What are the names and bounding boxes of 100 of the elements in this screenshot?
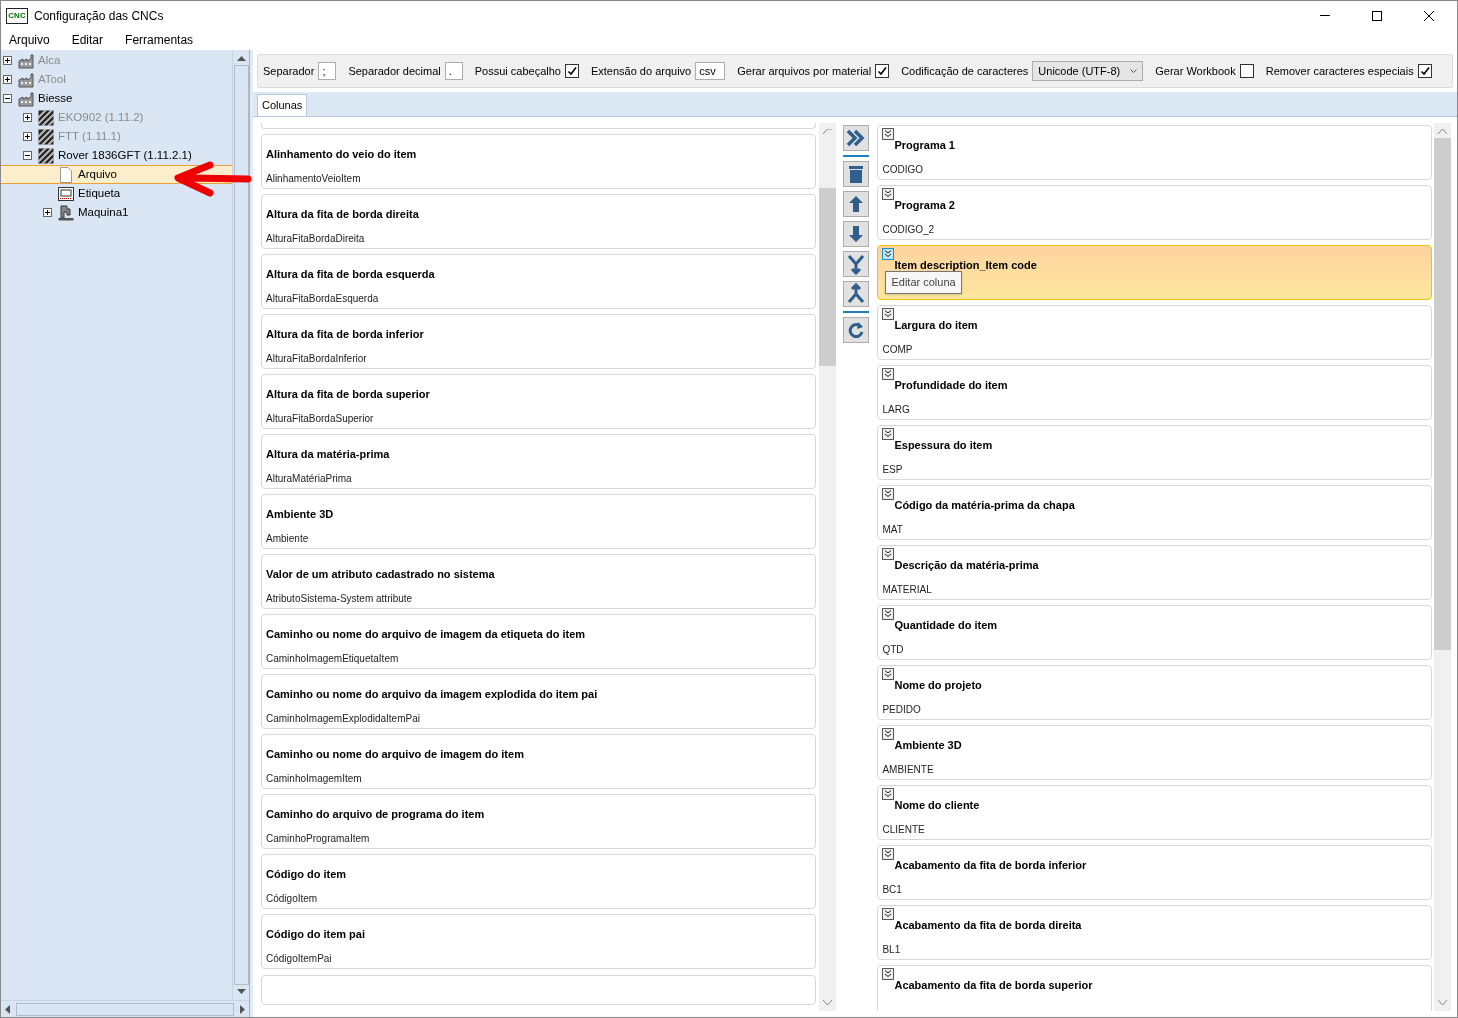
tool-button[interactable] bbox=[843, 161, 870, 187]
option-label: Codificação de caracteres bbox=[901, 63, 1029, 79]
column-title: Profundidade do item bbox=[894, 378, 1008, 393]
column-card[interactable]: Valor de um atributo cadastrado no sistema AtributoSistema-System attribute bbox=[261, 554, 816, 609]
option-label: Gerar arquivos por material bbox=[737, 63, 872, 79]
column-card[interactable]: Acabamento da fita de borda superior bbox=[877, 965, 1432, 1011]
dropdown[interactable]: Unicode (UTF-8) bbox=[1032, 61, 1144, 81]
expand-icon[interactable] bbox=[23, 132, 32, 141]
scroll-left-icon bbox=[5, 1004, 10, 1014]
column-card[interactable]: Caminho ou nome do arquivo da imagem explodida do item pai CaminhoImagemExplodidaItemPai bbox=[261, 674, 816, 729]
option-label: Remover caracteres especiais bbox=[1265, 63, 1414, 79]
menu-item[interactable]: Ferramentas bbox=[119, 31, 200, 49]
column-card[interactable]: Profundidade do item LARG bbox=[877, 365, 1432, 420]
column-card[interactable]: Quantidade do item QTD bbox=[877, 605, 1432, 660]
column-title: Acabamento da fita de borda inferior bbox=[894, 858, 1087, 873]
tool-button[interactable] bbox=[843, 221, 870, 247]
scrollbar-thumb[interactable] bbox=[1434, 138, 1451, 650]
collapse-icon[interactable] bbox=[3, 94, 12, 103]
expand-icon[interactable] bbox=[23, 113, 32, 122]
column-title: Nome do projeto bbox=[894, 678, 982, 693]
column-card[interactable]: Altura da fita de borda inferior AlturaFitaBordaInferior bbox=[261, 314, 816, 369]
expander-icon bbox=[882, 428, 895, 440]
expand-icon[interactable] bbox=[43, 208, 52, 217]
tool-button[interactable] bbox=[843, 281, 870, 307]
column-title: Altura da fita de borda esquerda bbox=[266, 267, 435, 282]
tree-item[interactable]: Arquivo bbox=[77, 165, 118, 184]
document-icon bbox=[58, 166, 74, 183]
collapse-icon[interactable] bbox=[23, 151, 32, 160]
column-card[interactable]: Altura da fita de borda superior AlturaFitaBordaSuperior bbox=[261, 374, 816, 429]
column-field: AlturaMatériaPrima bbox=[266, 471, 352, 486]
tree-item[interactable]: Maquina1 bbox=[77, 203, 130, 222]
column-field: ESP bbox=[882, 462, 903, 477]
checkbox[interactable] bbox=[1417, 64, 1432, 78]
expand-icon[interactable] bbox=[3, 75, 12, 84]
text-field[interactable]: csv bbox=[695, 62, 726, 80]
column-card[interactable]: Ambiente 3D AMBIENTE bbox=[877, 725, 1432, 780]
column-field: LARG bbox=[882, 402, 910, 417]
column-field: AMBIENTE bbox=[882, 762, 934, 777]
column-card[interactable]: Alinhamento do veio do item AlinhamentoVeioItem bbox=[261, 134, 816, 189]
column-card[interactable]: Descrição da matéria-prima MATERIAL bbox=[877, 545, 1432, 600]
expander-icon bbox=[882, 968, 895, 980]
tool-button[interactable] bbox=[843, 125, 870, 151]
tree-item[interactable]: Biesse bbox=[37, 89, 74, 108]
check-icon bbox=[566, 66, 577, 76]
column-card[interactable]: Código do item pai CódigoItemPai bbox=[261, 914, 816, 969]
menu-item[interactable]: Editar bbox=[65, 31, 110, 49]
column-card[interactable]: Ambiente 3D Ambiente bbox=[261, 494, 816, 549]
checkbox[interactable] bbox=[1239, 64, 1254, 78]
tool-button[interactable] bbox=[843, 317, 870, 343]
expand-icon[interactable] bbox=[3, 56, 12, 65]
text-field[interactable]: . bbox=[444, 62, 463, 80]
column-title: Largura do item bbox=[894, 318, 978, 333]
column-card[interactable]: Caminho do arquivo de programa do item CaminhoProgramaItem bbox=[261, 794, 816, 849]
hatched-icon bbox=[38, 128, 54, 145]
menu-item[interactable]: Arquivo bbox=[3, 31, 56, 49]
column-title: Ambiente 3D bbox=[266, 507, 334, 522]
text-field[interactable]: ; bbox=[318, 62, 337, 80]
column-card[interactable]: Nome do projeto PEDIDO bbox=[877, 665, 1432, 720]
list-scrollbar[interactable] bbox=[818, 123, 836, 1011]
column-card[interactable]: Programa 1 CODIGO bbox=[877, 125, 1432, 180]
list-scrollbar[interactable] bbox=[1434, 123, 1451, 1011]
tool-button[interactable] bbox=[843, 191, 870, 217]
column-card[interactable]: Largura do item COMP bbox=[877, 305, 1432, 360]
tool-button[interactable] bbox=[843, 251, 870, 277]
scroll-up-icon bbox=[822, 129, 832, 134]
column-card[interactable]: Código da matéria-prima da chapa MAT bbox=[877, 485, 1432, 540]
hatched-icon bbox=[38, 109, 54, 126]
column-card[interactable]: Acabamento da fita de borda direita BL1 bbox=[877, 905, 1432, 960]
tree-scrollbar[interactable] bbox=[232, 50, 249, 1000]
column-card[interactable]: Caminho ou nome do arquivo de imagem do item CaminhoImagemItem bbox=[261, 734, 816, 789]
tab[interactable]: Colunas bbox=[257, 94, 308, 116]
scroll-up-icon bbox=[1438, 129, 1447, 134]
check-icon bbox=[1419, 66, 1430, 76]
column-card[interactable]: Item description_Item code Editar coluna bbox=[877, 245, 1432, 300]
factory-icon bbox=[18, 52, 34, 69]
column-field: CODIGO bbox=[882, 162, 923, 177]
column-card[interactable]: Código do item CódigoItem bbox=[261, 854, 816, 909]
tree-horizontal-scrollbar[interactable] bbox=[1, 1000, 249, 1017]
option-label: Extensão do arquivo bbox=[590, 63, 692, 79]
hatched-icon bbox=[38, 147, 54, 164]
column-field: CódigoItem bbox=[266, 891, 318, 906]
checkbox[interactable] bbox=[875, 64, 890, 78]
checkbox[interactable] bbox=[564, 64, 579, 78]
column-card[interactable]: Altura da fita de borda esquerda AlturaFitaBordaEsquerda bbox=[261, 254, 816, 309]
column-card[interactable]: Altura da matéria-prima AlturaMatériaPrima bbox=[261, 434, 816, 489]
column-card[interactable]: Nome do cliente CLIENTE bbox=[877, 785, 1432, 840]
expander-icon bbox=[882, 308, 895, 320]
column-field: BL1 bbox=[882, 942, 901, 957]
column-card[interactable]: Altura da fita de borda direita AlturaFitaBordaDireita bbox=[261, 194, 816, 249]
scrollbar-thumb[interactable] bbox=[818, 188, 836, 366]
tree-item[interactable]: Etiqueta bbox=[77, 184, 122, 203]
tree-item[interactable]: Rover 1836GFT (1.11.2.1) bbox=[57, 146, 193, 165]
column-field: CLIENTE bbox=[882, 822, 925, 837]
column-title: Código da matéria-prima da chapa bbox=[894, 498, 1075, 513]
column-card[interactable]: Caminho ou nome do arquivo de imagem da etiqueta do item CaminhoImagemEtiquetaItem bbox=[261, 614, 816, 669]
column-title: Altura da fita de borda direita bbox=[266, 207, 419, 222]
column-field: AlturaFitaBordaEsquerda bbox=[266, 291, 379, 306]
column-card[interactable]: Programa 2 CODIGO_2 bbox=[877, 185, 1432, 240]
column-card[interactable]: Espessura do item ESP bbox=[877, 425, 1432, 480]
column-card[interactable]: Acabamento da fita de borda inferior BC1 bbox=[877, 845, 1432, 900]
